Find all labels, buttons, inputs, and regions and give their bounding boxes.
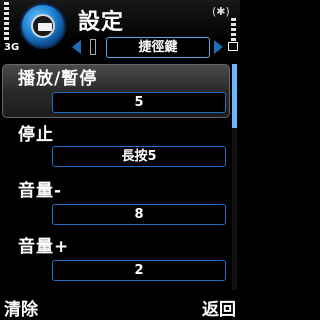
softkey-bar: 清除 返回 xyxy=(0,292,240,320)
list-item[interactable]: 停止 長按5 xyxy=(0,120,230,178)
battery-level-indicator xyxy=(231,18,236,42)
item-label: 播放/暫停 xyxy=(18,69,98,89)
item-value[interactable]: 8 xyxy=(52,204,226,225)
network-type-label: 3G xyxy=(4,42,20,53)
device-icon xyxy=(31,14,55,38)
clear-softkey[interactable]: 清除 xyxy=(4,295,38,320)
item-value[interactable]: 長按5 xyxy=(52,146,226,167)
scrollbar-thumb[interactable] xyxy=(232,64,237,128)
tab-previous[interactable] xyxy=(90,39,96,55)
item-label: 音量- xyxy=(18,181,63,201)
app-icon xyxy=(20,3,66,49)
list-item[interactable]: 音量- 8 xyxy=(0,176,230,234)
tab-next-arrow-icon[interactable] xyxy=(214,40,223,54)
item-label: 停止 xyxy=(18,125,54,145)
signal-strength-indicator xyxy=(4,2,9,40)
back-softkey[interactable]: 返回 xyxy=(202,295,236,320)
item-value[interactable]: 2 xyxy=(52,260,226,281)
header: 3G 設定 (✱) 捷徑鍵 xyxy=(0,0,240,62)
battery-icon xyxy=(228,42,238,51)
item-value[interactable]: 5 xyxy=(52,92,226,113)
list-item[interactable]: 音量+ 2 xyxy=(0,232,230,290)
page-title: 設定 xyxy=(78,10,125,35)
tab-prev-arrow-icon[interactable] xyxy=(72,40,81,54)
bluetooth-icon: (✱) xyxy=(212,5,230,18)
list-item[interactable]: 播放/暫停 5 xyxy=(0,62,230,120)
tab-bar: 捷徑鍵 xyxy=(72,37,223,59)
item-label: 音量+ xyxy=(18,237,70,257)
scrollbar[interactable] xyxy=(232,64,237,290)
tab-shortcut-keys[interactable]: 捷徑鍵 xyxy=(106,37,210,58)
settings-list: 播放/暫停 5 停止 長按5 音量- 8 音量+ 2 xyxy=(0,62,240,292)
